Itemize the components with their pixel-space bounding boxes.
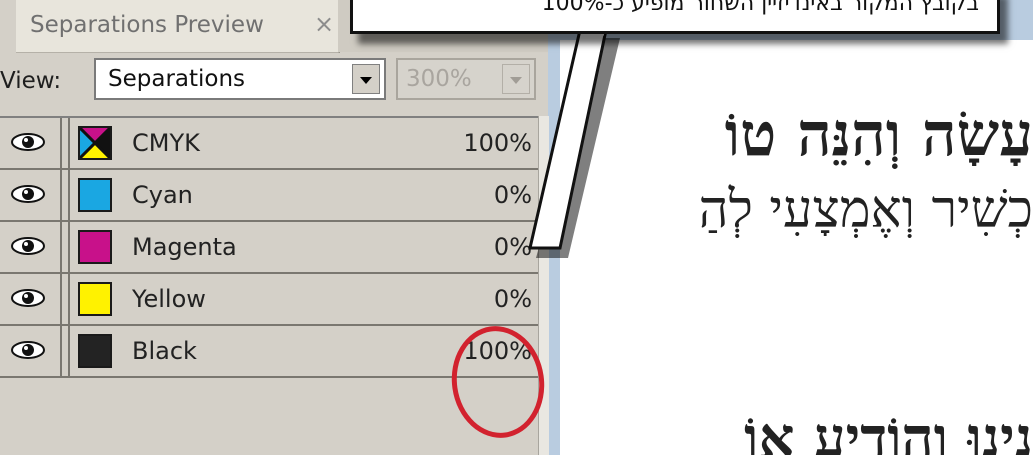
- callout-box: בקובץ המקור באינדיזיין השחור מופיע כ-100…: [350, 0, 1000, 34]
- separation-name: Yellow: [132, 285, 206, 313]
- color-swatch-black: [78, 334, 112, 368]
- separation-percent: 0%: [493, 181, 532, 209]
- separation-row-black[interactable]: Black 100%: [0, 326, 538, 378]
- color-swatch-yellow: [78, 282, 112, 316]
- separation-percent: 0%: [493, 233, 532, 261]
- view-dropdown[interactable]: Separations: [94, 58, 386, 100]
- view-dropdown-value: Separations: [108, 66, 246, 92]
- separation-percent: 100%: [463, 129, 532, 157]
- document-text-line: עָשָׂה וְהִנֵּה טוֹ: [724, 100, 1033, 170]
- eye-icon: [10, 236, 46, 256]
- color-swatch-cmyk: [78, 126, 112, 160]
- visibility-toggle[interactable]: [0, 118, 62, 168]
- document-preview: עָשָׂה וְהִנֵּה טוֹ כְשִׁיר וְאֶמְצָעִי …: [560, 40, 1033, 455]
- column-divider: [62, 118, 70, 168]
- separation-row-cyan[interactable]: Cyan 0%: [0, 170, 538, 222]
- document-text-line: כְשִׁיר וְאֶמְצָעִי לְהַ: [698, 180, 1033, 240]
- visibility-toggle[interactable]: [0, 326, 62, 376]
- separation-row-yellow[interactable]: Yellow 0%: [0, 274, 538, 326]
- color-swatch-cyan: [78, 178, 112, 212]
- chevron-down-icon: [502, 64, 530, 94]
- separations-list: CMYK 100% Cyan 0% Magenta 0% Yellow 0% Black 100%: [0, 116, 538, 388]
- close-icon[interactable]: ×: [314, 10, 334, 38]
- callout-text: בקובץ המקור באינדיזיין השחור מופיע כ-100…: [541, 0, 979, 16]
- eye-icon: [10, 184, 46, 204]
- separation-name: CMYK: [132, 129, 200, 157]
- visibility-toggle[interactable]: [0, 170, 62, 220]
- separation-row-magenta[interactable]: Magenta 0%: [0, 222, 538, 274]
- document-text-line: נֵינוּ וְהוֹדִיעַ אוֹ: [744, 405, 1033, 455]
- separation-name: Cyan: [132, 181, 193, 209]
- zoom-dropdown-value: 300%: [406, 66, 472, 92]
- column-divider: [62, 326, 70, 376]
- separation-name: Black: [132, 337, 197, 365]
- column-divider: [62, 170, 70, 220]
- eye-icon: [10, 132, 46, 152]
- separation-percent: 100%: [463, 337, 532, 365]
- column-divider: [62, 222, 70, 272]
- tab-title: Separations Preview: [30, 12, 264, 38]
- tab-separations-preview[interactable]: Separations Preview ×: [16, 0, 340, 53]
- separation-percent: 0%: [493, 285, 532, 313]
- zoom-dropdown: 300%: [396, 58, 536, 100]
- separations-preview-panel: Separations Preview × View: Separations …: [0, 0, 549, 455]
- visibility-toggle[interactable]: [0, 274, 62, 324]
- scrollbar[interactable]: [538, 116, 549, 455]
- color-swatch-magenta: [78, 230, 112, 264]
- view-label: View:: [0, 68, 62, 94]
- eye-icon: [10, 340, 46, 360]
- column-divider: [62, 274, 70, 324]
- chevron-down-icon[interactable]: [352, 64, 380, 94]
- separation-row-cmyk[interactable]: CMYK 100%: [0, 118, 538, 170]
- separation-name: Magenta: [132, 233, 237, 261]
- eye-icon: [10, 288, 46, 308]
- visibility-toggle[interactable]: [0, 222, 62, 272]
